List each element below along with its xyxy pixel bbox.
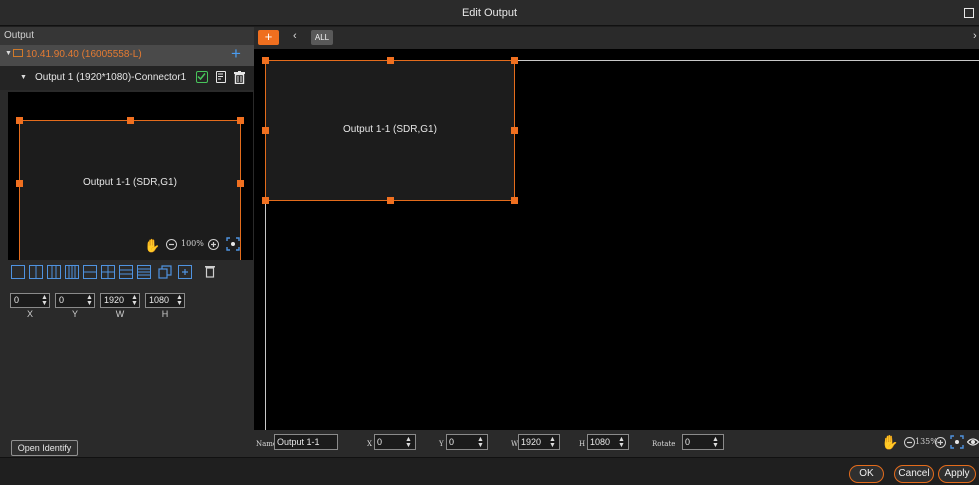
eye-icon[interactable]: [967, 437, 979, 447]
zoom-in-icon[interactable]: [935, 437, 946, 448]
spinner-icon[interactable]: ▲ ▼: [477, 436, 484, 449]
zoom-level: 100%: [181, 239, 204, 248]
add-layer-icon[interactable]: [178, 265, 192, 279]
connector-label[interactable]: Output 1 (1920*1080)-Connector1: [35, 72, 186, 83]
resize-handle[interactable]: [262, 197, 269, 204]
monitor-icon: [13, 49, 23, 57]
resize-handle[interactable]: [262, 57, 269, 64]
spinner-icon[interactable]: ▲ ▼: [549, 436, 556, 449]
zoom-out-icon[interactable]: [904, 437, 915, 448]
preview-output-region[interactable]: [19, 120, 241, 260]
add-button[interactable]: +: [258, 30, 279, 45]
preview-output-label: Output 1-1 (SDR,G1): [83, 177, 177, 188]
apply-button[interactable]: Apply: [938, 465, 976, 483]
y-label: Y: [439, 440, 444, 448]
x-label: X: [26, 309, 33, 319]
maximize-icon[interactable]: [964, 8, 974, 18]
resize-handle[interactable]: [387, 197, 394, 204]
zoom-in-icon[interactable]: [208, 239, 219, 250]
expand-arrow-icon[interactable]: ▼: [5, 50, 12, 57]
spinner-icon[interactable]: ▲ ▼: [405, 436, 412, 449]
resize-handle[interactable]: [511, 197, 518, 204]
h-label: H: [161, 309, 169, 319]
resize-handle[interactable]: [127, 117, 134, 124]
trash-icon[interactable]: [234, 71, 245, 84]
chevron-left-icon[interactable]: ‹: [293, 30, 297, 42]
device-label[interactable]: 10.41.90.40 (16005558-L): [26, 49, 142, 60]
tab-all[interactable]: ALL: [311, 30, 333, 45]
ok-button[interactable]: OK: [849, 465, 884, 483]
layout-grid-icon[interactable]: [101, 265, 115, 279]
layout-4col-icon[interactable]: [65, 265, 79, 279]
fit-screen-icon[interactable]: [226, 237, 240, 251]
spinner-icon[interactable]: ▲ ▼: [41, 294, 48, 307]
canvas-toolbar: [254, 27, 979, 49]
hand-pan-icon[interactable]: ✋: [144, 238, 160, 254]
spinner-icon[interactable]: ▲ ▼: [131, 294, 138, 307]
layout-2col-icon[interactable]: [29, 265, 43, 279]
w-label: W: [115, 309, 125, 319]
spinner-icon[interactable]: ▲ ▼: [86, 294, 93, 307]
window-title: Edit Output: [461, 7, 518, 19]
layout-3col-icon[interactable]: [47, 265, 61, 279]
h-label: H: [579, 440, 586, 448]
dialog-footer: [0, 457, 979, 485]
zoom-out-icon[interactable]: [166, 239, 177, 250]
y-label: Y: [71, 309, 78, 319]
spinner-icon[interactable]: ▲ ▼: [176, 294, 183, 307]
hand-pan-icon[interactable]: ✋: [881, 434, 898, 451]
resize-handle[interactable]: [511, 57, 518, 64]
trash-icon[interactable]: [205, 265, 215, 278]
layout-2row-icon[interactable]: [83, 265, 97, 279]
output-panel-header: Output: [0, 27, 254, 45]
add-icon[interactable]: +: [231, 44, 241, 64]
edit-icon[interactable]: [216, 71, 226, 83]
chevron-right-icon[interactable]: ›: [973, 30, 977, 42]
rotate-label: Rotate: [652, 440, 676, 448]
cancel-button[interactable]: Cancel: [894, 465, 934, 483]
resize-handle[interactable]: [237, 117, 244, 124]
expand-arrow-icon[interactable]: ▼: [20, 74, 27, 81]
layout-3row-icon[interactable]: [119, 265, 133, 279]
resize-handle[interactable]: [16, 117, 23, 124]
spinner-icon[interactable]: ▲ ▼: [618, 436, 625, 449]
layout-single-icon[interactable]: [11, 265, 25, 279]
fit-screen-icon[interactable]: [950, 435, 964, 449]
spinner-icon[interactable]: ▲ ▼: [712, 436, 719, 449]
resize-handle[interactable]: [387, 57, 394, 64]
layout-4row-icon[interactable]: [137, 265, 151, 279]
open-identify-button[interactable]: Open Identify: [11, 440, 78, 456]
canvas-output-label: Output 1-1 (SDR,G1): [343, 124, 437, 135]
confirm-icon[interactable]: [196, 71, 208, 83]
name-field[interactable]: Output 1-1: [274, 434, 338, 450]
copy-layout-icon[interactable]: [158, 265, 172, 279]
x-label: X: [367, 440, 372, 448]
